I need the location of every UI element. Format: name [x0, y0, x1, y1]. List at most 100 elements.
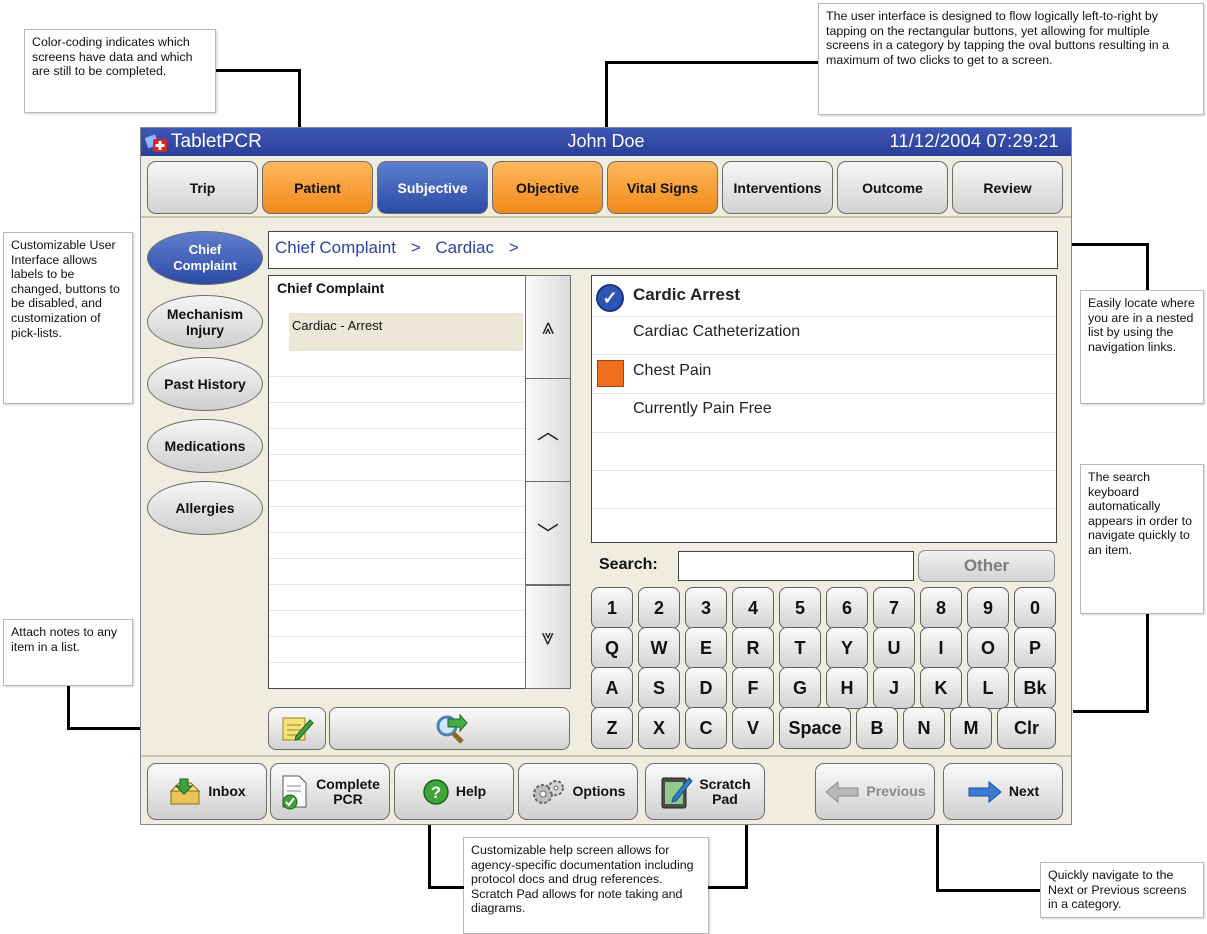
- key-9[interactable]: 9: [967, 587, 1009, 629]
- previous-button[interactable]: Previous: [815, 763, 935, 820]
- key-a[interactable]: A: [591, 667, 633, 709]
- search-input[interactable]: [678, 551, 914, 581]
- key-w[interactable]: W: [638, 627, 680, 669]
- complete-pcr-label: Complete: [316, 775, 380, 792]
- key-p[interactable]: P: [1014, 627, 1056, 669]
- side-nav-chief-complaint[interactable]: Chief Complaint: [147, 231, 263, 285]
- options-label: Options: [572, 783, 626, 799]
- key-backspace[interactable]: Bk: [1014, 667, 1056, 709]
- key-8[interactable]: 8: [920, 587, 962, 629]
- key-1[interactable]: 1: [591, 587, 633, 629]
- side-nav-medications[interactable]: Medications: [147, 419, 263, 473]
- bottom-toolbar: Inbox Complete PCR ? Help Options Scratc…: [141, 755, 1071, 824]
- key-g[interactable]: G: [779, 667, 821, 709]
- pick-list-item[interactable]: Currently Pain Free: [633, 400, 772, 418]
- key-f[interactable]: F: [732, 667, 774, 709]
- leader-line: [216, 69, 300, 72]
- inbox-label: Inbox: [208, 783, 246, 799]
- tab-objective[interactable]: Objective: [492, 161, 603, 214]
- key-m[interactable]: M: [950, 707, 992, 749]
- side-nav-allergies[interactable]: Allergies: [147, 481, 263, 535]
- key-space[interactable]: Space: [779, 707, 851, 749]
- pick-list-item[interactable]: Cardiac Catheterization: [633, 323, 800, 341]
- inbox-icon: [170, 778, 201, 804]
- options-button[interactable]: Options: [518, 763, 638, 820]
- key-s[interactable]: S: [638, 667, 680, 709]
- key-r[interactable]: R: [732, 627, 774, 669]
- key-v[interactable]: V: [732, 707, 774, 749]
- key-2[interactable]: 2: [638, 587, 680, 629]
- scroll-down-button[interactable]: ﹀: [525, 481, 571, 585]
- leader-line: [936, 814, 939, 891]
- list-item[interactable]: Cardiac - Arrest: [289, 313, 523, 351]
- locate-item-button[interactable]: [329, 707, 570, 750]
- scratch-pad-button[interactable]: Scratch Pad: [645, 763, 765, 820]
- key-clear[interactable]: Clr: [997, 707, 1056, 749]
- key-d[interactable]: D: [685, 667, 727, 709]
- callout-text: Customizable User Interface allows label…: [11, 238, 120, 340]
- key-o[interactable]: O: [967, 627, 1009, 669]
- chevron-down-icon: ﹀: [536, 522, 559, 547]
- list-divider: [269, 376, 543, 377]
- list-divider: [592, 393, 1056, 394]
- scratch-pad-label: Scratch: [699, 775, 751, 792]
- callout-customizable: Customizable User Interface allows label…: [3, 232, 133, 404]
- key-7[interactable]: 7: [873, 587, 915, 629]
- key-j[interactable]: J: [873, 667, 915, 709]
- key-x[interactable]: X: [638, 707, 680, 749]
- key-i[interactable]: I: [920, 627, 962, 669]
- key-c[interactable]: C: [685, 707, 727, 749]
- tab-review[interactable]: Review: [952, 161, 1063, 214]
- complete-document-icon: [282, 775, 307, 809]
- side-nav-past-history[interactable]: Past History: [147, 357, 263, 411]
- key-e[interactable]: E: [685, 627, 727, 669]
- side-nav-mechanism-injury[interactable]: Mechanism Injury: [147, 295, 263, 349]
- pick-list-item[interactable]: Chest Pain: [633, 362, 711, 380]
- key-3[interactable]: 3: [685, 587, 727, 629]
- tab-patient[interactable]: Patient: [262, 161, 373, 214]
- svg-text:?: ?: [431, 783, 441, 802]
- key-k[interactable]: K: [920, 667, 962, 709]
- key-z[interactable]: Z: [591, 707, 633, 749]
- note-marker-icon: [597, 360, 624, 387]
- tab-interventions[interactable]: Interventions: [722, 161, 833, 214]
- help-button[interactable]: ? Help: [394, 763, 514, 820]
- date-time: 11/12/2004 07:29:21: [889, 131, 1059, 151]
- pick-list-item[interactable]: Cardic Arrest: [633, 285, 740, 305]
- list-divider: [592, 316, 1056, 317]
- complete-pcr-button[interactable]: Complete PCR: [270, 763, 390, 820]
- breadcrumb: Chief Complaint > Cardiac >: [268, 231, 1058, 269]
- key-0[interactable]: 0: [1014, 587, 1056, 629]
- scroll-up-button[interactable]: ︿: [525, 378, 571, 482]
- side-nav-label: Past History: [164, 376, 246, 392]
- inbox-button[interactable]: Inbox: [147, 763, 267, 820]
- search-arrow-icon: [436, 713, 468, 744]
- next-button[interactable]: Next: [943, 763, 1063, 820]
- key-l[interactable]: L: [967, 667, 1009, 709]
- other-button[interactable]: Other: [918, 550, 1055, 582]
- key-6[interactable]: 6: [826, 587, 868, 629]
- list-divider: [269, 636, 543, 637]
- breadcrumb-link-chief-complaint[interactable]: Chief Complaint: [275, 238, 396, 257]
- key-u[interactable]: U: [873, 627, 915, 669]
- side-nav-label: Medications: [164, 438, 246, 454]
- attach-note-button[interactable]: [268, 707, 326, 750]
- key-y[interactable]: Y: [826, 627, 868, 669]
- scroll-bottom-button[interactable]: ⩔: [525, 585, 571, 689]
- key-5[interactable]: 5: [779, 587, 821, 629]
- key-q[interactable]: Q: [591, 627, 633, 669]
- scroll-top-button[interactable]: ⩓: [525, 275, 571, 379]
- leader-line: [428, 825, 431, 888]
- tab-trip[interactable]: Trip: [147, 161, 258, 214]
- key-t[interactable]: T: [779, 627, 821, 669]
- key-n[interactable]: N: [903, 707, 945, 749]
- tab-subjective[interactable]: Subjective: [377, 161, 488, 214]
- side-nav-label: Allergies: [175, 500, 235, 516]
- side-nav-label: Mechanism: [166, 306, 244, 322]
- tab-vital-signs[interactable]: Vital Signs: [607, 161, 718, 214]
- breadcrumb-link-cardiac[interactable]: Cardiac: [435, 238, 494, 257]
- key-h[interactable]: H: [826, 667, 868, 709]
- key-4[interactable]: 4: [732, 587, 774, 629]
- key-b[interactable]: B: [856, 707, 898, 749]
- tab-outcome[interactable]: Outcome: [837, 161, 948, 214]
